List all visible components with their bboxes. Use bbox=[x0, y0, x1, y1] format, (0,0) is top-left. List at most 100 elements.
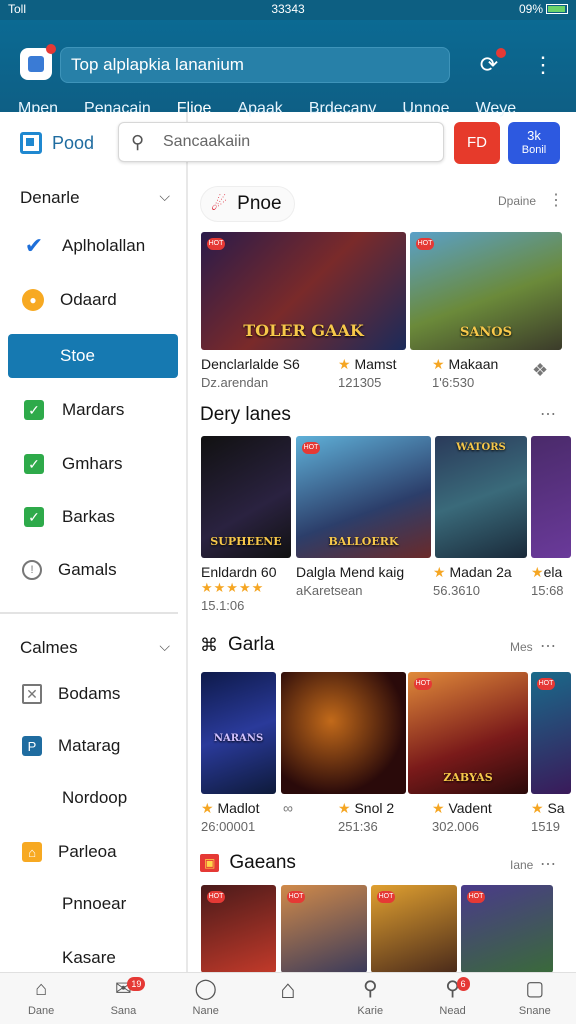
nav-label: Dane bbox=[27, 1005, 55, 1017]
game-title[interactable]: ★ Makaan bbox=[432, 356, 498, 373]
refresh-icon[interactable]: ⟳ bbox=[474, 48, 506, 80]
see-all-link[interactable]: Iane bbox=[510, 858, 533, 872]
sidebar-item-odaard[interactable]: ● Odaard bbox=[8, 278, 178, 322]
notification-dot bbox=[46, 44, 56, 54]
sidebar-item-label: Stoe bbox=[60, 346, 95, 365]
hot-badge: HOT bbox=[467, 891, 485, 903]
nav-snane[interactable]: ▢ Snane bbox=[494, 973, 576, 1024]
hot-badge: HOT bbox=[287, 891, 305, 903]
game-card[interactable]: HOT ZABYAS bbox=[408, 672, 528, 794]
chat-bubble-icon: ! bbox=[22, 560, 42, 580]
game-card[interactable]: HOT SANOS bbox=[410, 232, 562, 350]
sidebar-item-parleoa[interactable]: ⌂ Parleoa bbox=[8, 830, 178, 874]
sidebar-item-pnnoear[interactable]: Pnnoear bbox=[8, 882, 178, 926]
game-card[interactable]: HOT bbox=[461, 885, 553, 973]
nav-karie[interactable]: ⚲ Karie bbox=[329, 973, 411, 1024]
game-title-text: Mamst bbox=[354, 356, 397, 372]
section-title: Pnoe bbox=[237, 193, 282, 214]
see-all-link[interactable]: Mes bbox=[510, 640, 533, 654]
nav-nead[interactable]: ⚲ 6 Nead bbox=[411, 973, 493, 1024]
chat-icon: ✉ bbox=[115, 978, 132, 1000]
battery-icon bbox=[546, 4, 568, 14]
section-header-pnoe[interactable]: ☄ Pnoe bbox=[200, 186, 295, 222]
game-card[interactable]: HOT BALLOERK bbox=[296, 436, 431, 558]
sidebar-item-barkas[interactable]: ✓ Barkas bbox=[8, 495, 178, 539]
nav-home[interactable]: ⌂ bbox=[247, 973, 329, 1024]
game-subtitle: aKaretsean bbox=[296, 583, 363, 598]
sidebar-item-aplholallan[interactable]: ✔ Aplholallan bbox=[8, 224, 178, 268]
more-options-icon[interactable]: ⋯ bbox=[540, 404, 556, 424]
hot-badge: HOT bbox=[537, 678, 555, 690]
game-subtitle: 56.3610 bbox=[433, 583, 480, 598]
see-all-link[interactable]: Dpaine bbox=[498, 194, 536, 208]
filter-button[interactable]: FD bbox=[454, 122, 500, 164]
game-title[interactable]: ★ Snol 2 bbox=[338, 800, 394, 817]
sidebar-item-nordoop[interactable]: Nordoop bbox=[8, 776, 178, 820]
game-title-text: Makaan bbox=[448, 356, 499, 372]
sidebar-section-header[interactable]: Denarle ⌵ bbox=[20, 188, 170, 208]
check-box-icon: ✓ bbox=[24, 400, 44, 420]
sidebar-item-gmhars[interactable]: ✓ Gmhars bbox=[8, 442, 178, 486]
sidebar-item-matarag[interactable]: P Matarag bbox=[8, 724, 178, 768]
bonus-button[interactable]: 3k Bonil bbox=[508, 122, 560, 164]
sidebar-item-mardars[interactable]: ✓ Mardars bbox=[8, 388, 178, 432]
checkmark-icon: ✔ bbox=[24, 233, 44, 258]
game-card[interactable]: HOT bbox=[531, 672, 571, 794]
sidebar-item-stoe[interactable]: Stoe bbox=[8, 334, 178, 378]
more-options-icon[interactable]: ⋯ bbox=[540, 636, 556, 656]
sidebar-section-header[interactable]: Calmes ⌵ bbox=[20, 638, 170, 658]
nav-badge: 19 bbox=[127, 977, 146, 991]
header-search-bar[interactable]: Top alplapkia lananium bbox=[60, 47, 450, 83]
hot-badge: HOT bbox=[207, 238, 225, 250]
more-options-icon[interactable]: ⋮ bbox=[548, 190, 564, 210]
game-title[interactable]: Enldardn 60 bbox=[201, 564, 277, 580]
game-card[interactable]: HOT TOLER GAAK bbox=[201, 232, 406, 350]
game-title[interactable]: ★ Madan 2a bbox=[433, 564, 512, 581]
app-logo[interactable] bbox=[20, 44, 56, 80]
star-icon: ★ bbox=[531, 564, 544, 580]
game-card[interactable]: HOT bbox=[281, 885, 367, 973]
game-title[interactable]: ★ Madlot bbox=[201, 800, 259, 817]
game-card[interactable]: HOT bbox=[201, 885, 276, 973]
game-card[interactable] bbox=[531, 436, 571, 558]
game-title[interactable]: Denclarlalde S6 bbox=[201, 356, 300, 372]
game-card[interactable]: NARANS bbox=[201, 672, 276, 794]
section-title: Garla bbox=[228, 634, 275, 655]
hot-badge: HOT bbox=[207, 891, 225, 903]
game-card[interactable]: SUPHEENE bbox=[201, 436, 291, 558]
game-title[interactable]: ★ Sa bbox=[531, 800, 565, 817]
battery-indicator: 09% bbox=[519, 2, 568, 16]
game-title[interactable]: ★ Vadent bbox=[432, 800, 492, 817]
more-options-icon[interactable]: ⋯ bbox=[540, 854, 556, 874]
game-title[interactable]: ★ela bbox=[531, 564, 562, 581]
search-input[interactable]: ⚲ Sancaakaiin bbox=[118, 122, 444, 162]
sidebar-brand[interactable]: Pood bbox=[20, 132, 94, 154]
section-header-dery-lanes[interactable]: Dery lanes bbox=[200, 404, 291, 426]
game-card[interactable]: WATORS bbox=[435, 436, 527, 558]
more-vert-icon[interactable]: ⋮ bbox=[528, 50, 558, 80]
puzzle-icon[interactable]: ❖ bbox=[532, 360, 548, 381]
section-header-gaeans[interactable]: ▣ Gaeans bbox=[200, 852, 296, 874]
sidebar-item-label: Parleoa bbox=[58, 842, 117, 861]
home-icon: ⌂ bbox=[35, 978, 48, 1000]
game-title[interactable]: ★ Mamst bbox=[338, 356, 396, 373]
link-icon[interactable]: ∞ bbox=[283, 800, 293, 816]
star-icon: ★ bbox=[432, 800, 445, 816]
game-title[interactable]: Dalgla Mend kaig bbox=[296, 564, 404, 580]
game-card[interactable] bbox=[281, 672, 406, 794]
nav-dane[interactable]: ⌂ Dane bbox=[0, 973, 82, 1024]
section-header-garla[interactable]: ⌘ Garla bbox=[200, 634, 274, 656]
nav-nane[interactable]: ◯ Nane bbox=[165, 973, 247, 1024]
sidebar-item-label: Nordoop bbox=[62, 788, 128, 807]
game-card[interactable]: HOT bbox=[371, 885, 457, 973]
gear-icon: ● bbox=[22, 289, 44, 311]
search-icon: ⚲ bbox=[131, 132, 145, 152]
sidebar-item-gamals[interactable]: ! Gamals bbox=[8, 548, 178, 592]
nav-sana[interactable]: ✉ 19 Sana bbox=[82, 973, 164, 1024]
sidebar-item-bodams[interactable]: ✕ Bodams bbox=[8, 672, 178, 716]
nav-label: Nane bbox=[192, 1005, 219, 1017]
refresh-badge bbox=[496, 48, 506, 58]
star-icon: ★ bbox=[338, 800, 351, 816]
brand-icon bbox=[20, 132, 42, 154]
bottom-nav: ⌂ Dane ✉ 19 Sana ◯ Nane ⌂ ⚲ Karie ⚲ 6 Nead ▢ Sna… bbox=[0, 972, 576, 1024]
